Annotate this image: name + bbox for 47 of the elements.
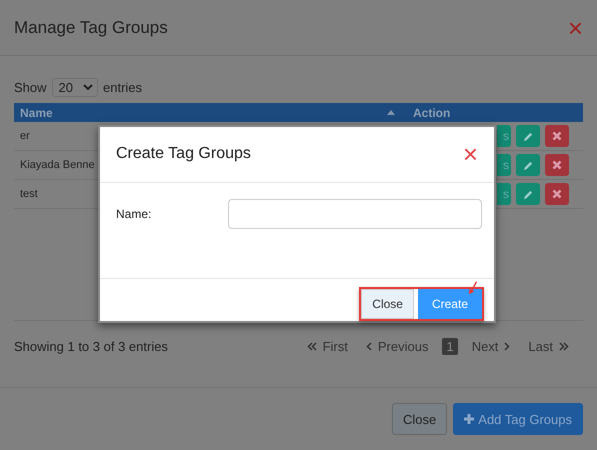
pencil-icon: [522, 130, 534, 142]
delete-button[interactable]: [545, 183, 569, 205]
pagination-link[interactable]: Next: [468, 338, 514, 354]
pencil-icon: [522, 188, 534, 200]
action-button[interactable]: s: [497, 183, 511, 205]
chevron-down-icon: [83, 84, 93, 91]
pagination-link[interactable]: 1: [442, 338, 458, 354]
delete-button[interactable]: [545, 125, 569, 147]
pencil-icon: [522, 160, 534, 170]
pagination-link[interactable]: Previous: [362, 338, 432, 354]
pointer-arrow-icon: [468, 281, 478, 295]
dialog-button[interactable]: Create: [418, 289, 482, 319]
column-header[interactable]: Action: [413, 106, 450, 120]
pagination-link[interactable]: Last: [524, 338, 573, 354]
entries-dropdown[interactable]: 20: [52, 78, 98, 97]
show-label: Show: [14, 80, 47, 95]
pagination-link[interactable]: First: [302, 338, 352, 354]
double-chevron-right-icon: [559, 342, 569, 350]
action-button[interactable]: s: [497, 154, 511, 176]
edit-button[interactable]: [516, 183, 540, 205]
double-chevron-left-icon: [306, 342, 317, 350]
table-cell: test: [20, 188, 38, 200]
name-field[interactable]: [228, 198, 482, 229]
column-header[interactable]: Name: [20, 106, 53, 120]
close-icon: [552, 189, 562, 199]
window-title: Manage Tag Groups: [14, 18, 168, 38]
close-button[interactable]: ×: [568, 14, 583, 40]
footer-button[interactable]: Add Tag Groups: [453, 403, 583, 435]
chevron-right-icon: [504, 342, 510, 350]
edit-button[interactable]: [516, 125, 540, 147]
table-info: Showing 1 to 3 of 3 entries: [14, 338, 168, 354]
footer-button[interactable]: Close: [392, 403, 448, 435]
edit-button[interactable]: [516, 154, 540, 176]
delete-button[interactable]: [545, 154, 569, 176]
entries-label: entries: [103, 80, 142, 95]
dialog-title: Create Tag Groups: [116, 145, 251, 164]
close-icon: [552, 131, 562, 141]
close-icon: [552, 160, 562, 170]
dialog-button[interactable]: Close: [361, 289, 414, 319]
table-cell: Kiayada Benne: [20, 159, 95, 171]
table-cell: er: [20, 130, 30, 142]
sort-up-icon[interactable]: [387, 110, 395, 115]
chevron-left-icon: [366, 342, 372, 350]
field-label: Name:: [116, 206, 152, 221]
close-button[interactable]: ×: [462, 141, 478, 168]
plus-icon: [464, 414, 474, 424]
action-button[interactable]: s: [497, 125, 511, 147]
